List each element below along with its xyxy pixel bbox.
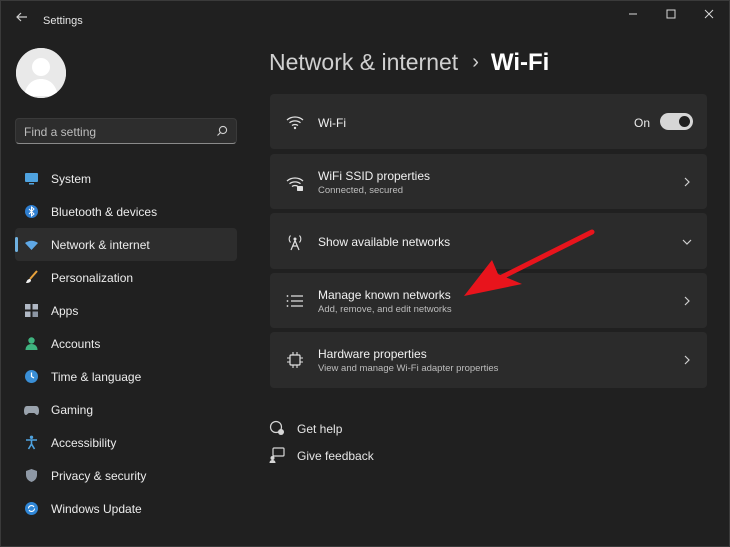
sidebar-nav: System Bluetooth & devices Network & int…	[15, 162, 237, 525]
toggle-knob	[679, 116, 690, 127]
globe-clock-icon	[25, 370, 38, 383]
sidebar-item-privacy[interactable]: Privacy & security	[15, 459, 237, 492]
sidebar-item-label: Windows Update	[51, 502, 142, 516]
get-help-label: Get help	[297, 422, 343, 436]
give-feedback-label: Give feedback	[297, 449, 374, 463]
wifi-toggle-switch[interactable]	[660, 113, 693, 130]
hardware-subtitle: View and manage Wi-Fi adapter properties	[318, 363, 499, 374]
breadcrumb-parent[interactable]: Network & internet	[269, 49, 458, 75]
sidebar-item-accessibility[interactable]: Accessibility	[15, 426, 237, 459]
shield-icon	[26, 469, 37, 482]
selection-indicator	[15, 237, 18, 252]
chevron-right-icon	[684, 296, 690, 306]
system-icon	[25, 173, 38, 185]
known-networks-title: Manage known networks	[318, 288, 451, 302]
sidebar-item-label: Time & language	[51, 370, 142, 384]
known-networks-card[interactable]: Manage known networks Add, remove, and e…	[270, 273, 707, 328]
available-networks-title: Show available networks	[318, 235, 451, 249]
hardware-properties-card[interactable]: Hardware properties View and manage Wi-F…	[270, 332, 707, 388]
sidebar-item-bluetooth[interactable]: Bluetooth & devices	[15, 195, 237, 228]
sidebar-item-label: System	[51, 172, 92, 186]
chevron-down-icon[interactable]	[681, 236, 693, 248]
chevron-right-icon	[684, 177, 690, 187]
sidebar-item-label: Accessibility	[51, 436, 117, 450]
search-input[interactable]	[24, 125, 204, 139]
wifi-toggle-card[interactable]: Wi-Fi On	[270, 94, 707, 149]
wifi-lock-icon	[286, 177, 304, 191]
known-networks-subtitle: Add, remove, and edit networks	[318, 304, 452, 315]
avatar[interactable]	[16, 48, 66, 98]
sidebar-item-personalization[interactable]: Personalization	[15, 261, 237, 294]
sidebar-item-label: Privacy & security	[51, 469, 147, 483]
sidebar-item-label: Bluetooth & devices	[51, 205, 158, 219]
hardware-title: Hardware properties	[318, 347, 427, 361]
properties-title: WiFi SSID properties	[318, 169, 431, 183]
sidebar-item-label: Network & internet	[51, 238, 150, 252]
sidebar-item-label: Accounts	[51, 337, 101, 351]
sidebar-item-network[interactable]: Network & internet	[15, 228, 237, 261]
minimize-icon[interactable]	[623, 6, 643, 24]
accounts-icon	[25, 337, 38, 350]
sidebar-item-label: Personalization	[51, 271, 134, 285]
help-chat-icon	[269, 420, 284, 435]
brush-icon	[26, 270, 38, 283]
sidebar-item-time-language[interactable]: Time & language	[15, 360, 237, 393]
gamepad-icon	[24, 406, 39, 415]
wifi-icon	[286, 116, 304, 130]
wifi-title: Wi-Fi	[318, 116, 346, 130]
update-icon	[25, 502, 38, 515]
maximize-icon[interactable]	[661, 6, 681, 24]
sidebar-item-gaming[interactable]: Gaming	[15, 393, 237, 426]
back-arrow-icon[interactable]	[14, 10, 30, 26]
breadcrumb: Network & internet › Wi-Fi	[269, 49, 549, 77]
app-title: Settings	[43, 15, 83, 27]
apps-icon	[25, 304, 38, 317]
page-title: Wi-Fi	[490, 49, 550, 76]
properties-subtitle: Connected, secured	[318, 185, 404, 196]
feedback-icon	[269, 447, 285, 463]
sidebar-item-label: Apps	[51, 304, 79, 318]
available-networks-card[interactable]: Show available networks	[270, 213, 707, 269]
sidebar-item-label: Gaming	[51, 403, 94, 417]
sidebar-item-apps[interactable]: Apps	[15, 294, 237, 327]
user-silhouette-icon	[16, 48, 66, 98]
settings-window: Settings System	[0, 0, 730, 547]
search-icon[interactable]	[216, 125, 228, 137]
search-box[interactable]	[15, 118, 237, 144]
chip-icon	[287, 352, 303, 368]
wifi-properties-card[interactable]: WiFi SSID properties Connected, secured	[270, 154, 707, 209]
wifi-state-label: On	[633, 116, 650, 130]
sidebar-item-system[interactable]: System	[15, 162, 237, 195]
antenna-icon	[288, 235, 302, 251]
bluetooth-icon	[25, 205, 38, 218]
close-icon[interactable]	[699, 6, 719, 24]
chevron-right-icon	[684, 355, 690, 365]
list-icon	[286, 295, 303, 307]
title-bar: Settings	[1, 1, 729, 35]
sidebar-item-windows-update[interactable]: Windows Update	[15, 492, 237, 525]
breadcrumb-separator: ›	[472, 51, 479, 73]
sidebar-item-accounts[interactable]: Accounts	[15, 327, 237, 360]
accessibility-icon	[26, 435, 37, 450]
network-icon	[25, 240, 38, 250]
